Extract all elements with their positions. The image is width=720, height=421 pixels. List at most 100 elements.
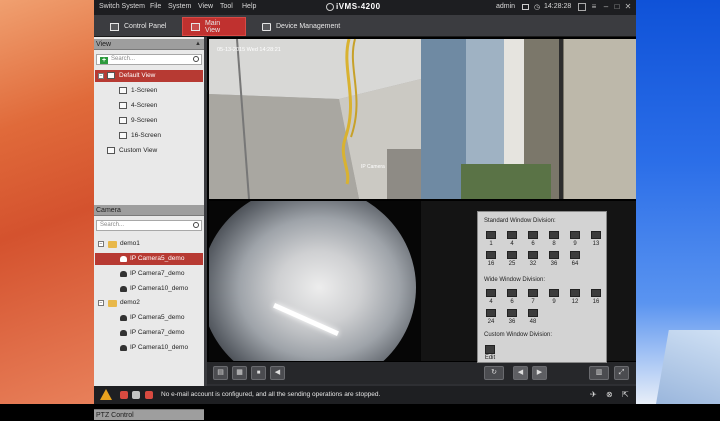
view-item-custom[interactable]: Custom View xyxy=(95,145,203,157)
tile1-camera-name: IP Camera xyxy=(361,164,385,170)
fisheye-view xyxy=(209,201,416,361)
add-view-icon[interactable]: + xyxy=(100,57,108,64)
standard-division-36-button[interactable] xyxy=(549,251,559,259)
save-view-icon[interactable]: ▤ xyxy=(213,366,228,380)
wide-division-48-button[interactable] xyxy=(528,309,538,317)
minimize-icon[interactable]: – xyxy=(602,3,610,11)
wide-division-9-button[interactable] xyxy=(549,289,559,297)
next-page-icon[interactable]: ▶ xyxy=(532,366,547,380)
camera-icon xyxy=(120,271,127,277)
ptz-control-header[interactable]: PTZ Control xyxy=(94,409,204,420)
wide-division-4-button[interactable] xyxy=(486,289,496,297)
email-icon[interactable] xyxy=(132,391,140,399)
view-section-header[interactable]: View ▲ xyxy=(94,39,204,50)
view-search-input[interactable]: + Search... xyxy=(96,54,202,65)
collapse-box-icon[interactable]: − xyxy=(98,241,104,247)
desktop-right xyxy=(636,0,720,404)
maximize-icon[interactable]: □ xyxy=(613,3,621,11)
menu-system[interactable]: System xyxy=(168,3,191,10)
menu-icon[interactable]: ≡ xyxy=(590,3,598,11)
fullscreen-icon[interactable]: ⤢ xyxy=(614,366,629,380)
save-as-icon[interactable]: ▦ xyxy=(232,366,247,380)
camera-icon xyxy=(120,315,127,321)
device-management-icon xyxy=(262,22,271,31)
search-icon[interactable] xyxy=(193,56,199,62)
alarm-icon[interactable] xyxy=(145,391,153,399)
wide-division-12-button[interactable] xyxy=(570,289,580,297)
tile1-scene xyxy=(209,39,421,199)
menu-tool[interactable]: Tool xyxy=(220,3,233,10)
standard-division-8-button[interactable] xyxy=(549,231,559,239)
menu-help[interactable]: Help xyxy=(242,3,256,10)
menu-file[interactable]: File xyxy=(150,3,161,10)
camera-group-demo1[interactable]: − demo1 xyxy=(95,238,203,250)
view-item-default[interactable]: − Default View xyxy=(95,70,203,82)
standard-division-label: 8 xyxy=(552,241,556,247)
standard-division-16-button[interactable] xyxy=(486,251,496,259)
view-item-9-screen[interactable]: 9-Screen xyxy=(95,115,203,127)
camera-item[interactable]: IP Camera10_demo xyxy=(95,342,203,354)
wide-division-7-button[interactable] xyxy=(528,289,538,297)
wide-division-label: 12 xyxy=(571,299,579,305)
camera-item[interactable]: IP Camera7_demo xyxy=(95,327,203,339)
user-name: admin xyxy=(496,3,516,10)
standard-division-label: 13 xyxy=(592,241,600,247)
search-placeholder: Search... xyxy=(111,56,136,62)
screen-icon[interactable] xyxy=(578,3,586,11)
tab-device-management[interactable]: Device Management xyxy=(254,17,354,36)
standard-division-13-button[interactable] xyxy=(591,231,601,239)
wide-division-36-button[interactable] xyxy=(507,309,517,317)
camera-item[interactable]: IP Camera10_demo xyxy=(95,283,203,295)
standard-division-label: 9 xyxy=(573,241,577,247)
stop-all-icon[interactable]: ■ xyxy=(251,366,266,380)
lock-screen-icon[interactable]: ⊗ xyxy=(606,391,614,399)
wide-division-24-button[interactable] xyxy=(486,309,496,317)
previous-page-icon[interactable]: ◀ xyxy=(513,366,528,380)
lock-icon[interactable] xyxy=(522,4,529,10)
video-tile-1[interactable]: 05-13-2015 Wed 14:28:21 IP Camera xyxy=(209,39,421,199)
menu-view[interactable]: View xyxy=(198,3,213,10)
standard-division-25-button[interactable] xyxy=(507,251,517,259)
search-icon[interactable] xyxy=(193,222,199,228)
camera-item[interactable]: IP Camera5_demo xyxy=(95,312,203,324)
standard-division-1-button[interactable] xyxy=(486,231,496,239)
standard-division-9-button[interactable] xyxy=(570,231,580,239)
collapse-box-icon[interactable]: − xyxy=(98,300,104,306)
wide-division-16-button[interactable] xyxy=(591,289,601,297)
warning-icon[interactable] xyxy=(100,389,112,400)
tab-control-panel[interactable]: Control Panel xyxy=(102,17,180,36)
view-item-4-screen[interactable]: 4-Screen xyxy=(95,100,203,112)
close-icon[interactable]: ✕ xyxy=(624,3,632,11)
standard-division-6-button[interactable] xyxy=(528,231,538,239)
camera-group-demo2[interactable]: − demo2 xyxy=(95,297,203,309)
view-folder-icon xyxy=(107,147,115,154)
collapse-icon[interactable]: ▲ xyxy=(195,39,201,50)
refresh-icon[interactable]: ↻ xyxy=(484,366,504,380)
standard-division-64-button[interactable] xyxy=(570,251,580,259)
wide-division-label: 36 xyxy=(508,319,516,325)
desktop-left xyxy=(0,0,94,404)
standard-division-4-button[interactable] xyxy=(507,231,517,239)
audio-icon[interactable]: ◀ xyxy=(270,366,285,380)
camera-item[interactable]: IP Camera7_demo xyxy=(95,268,203,280)
view-item-16-screen[interactable]: 16-Screen xyxy=(95,130,203,142)
expand-icon[interactable]: ⇱ xyxy=(622,391,630,399)
camera-item[interactable]: IP Camera5_demo xyxy=(95,253,203,265)
edit-division-icon[interactable] xyxy=(485,345,495,354)
wide-division-6-button[interactable] xyxy=(507,289,517,297)
window-division-icon[interactable]: ▥ xyxy=(589,366,609,380)
camera-search-input[interactable]: Search... xyxy=(96,220,202,231)
pin-icon[interactable]: ✈ xyxy=(590,391,598,399)
video-tile-3[interactable] xyxy=(209,201,421,361)
view-item-1-screen[interactable]: 1-Screen xyxy=(95,85,203,97)
camera-section-header[interactable]: Camera xyxy=(94,205,204,216)
tab-main-view[interactable]: Main View xyxy=(182,17,246,36)
standard-division-32-button[interactable] xyxy=(528,251,538,259)
video-tile-2[interactable] xyxy=(421,39,636,199)
app-logo-icon xyxy=(326,3,334,11)
standard-division-label: 6 xyxy=(531,241,535,247)
screen-layout-icon xyxy=(119,117,127,124)
menu-switch-system[interactable]: Switch System xyxy=(99,3,145,10)
alarm-sound-icon[interactable] xyxy=(120,391,128,399)
collapse-box-icon[interactable]: − xyxy=(98,73,104,79)
